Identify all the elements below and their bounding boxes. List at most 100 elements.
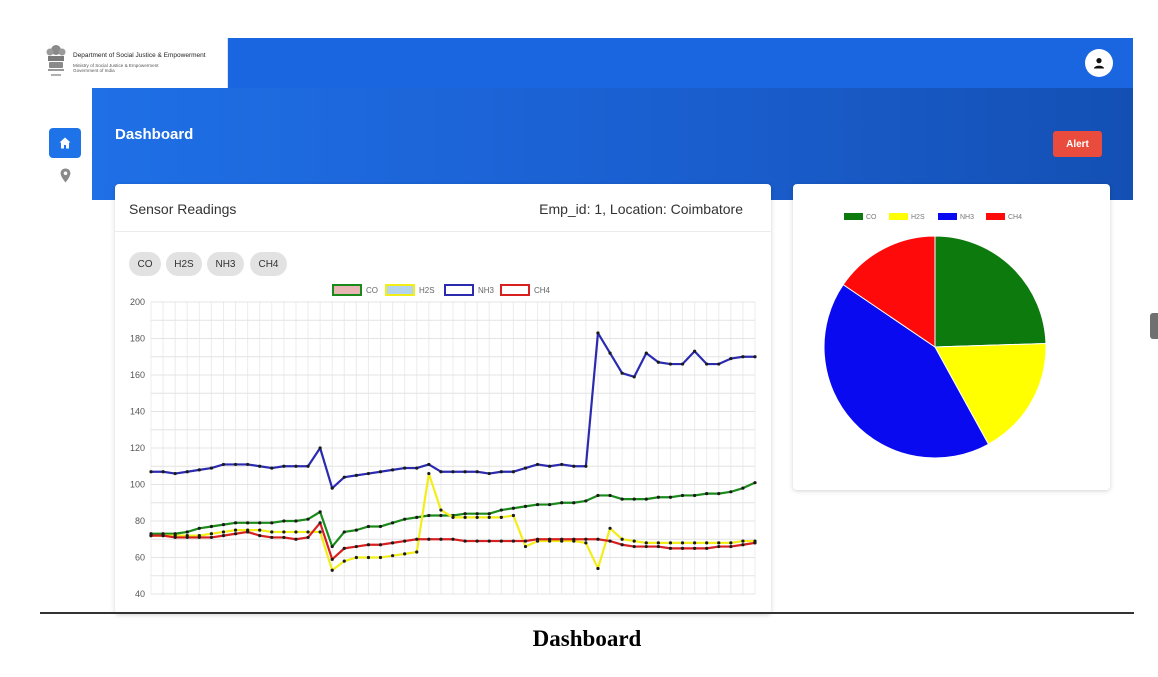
- data-point-ch4: [306, 535, 310, 540]
- filter-chip-h2s[interactable]: H2S: [166, 252, 202, 276]
- pie-legend-label-co: CO: [866, 214, 877, 221]
- data-point-ch4: [246, 530, 250, 534]
- data-point-nh3: [294, 464, 298, 468]
- data-point-co: [608, 493, 612, 498]
- data-point-ch4: [693, 546, 697, 550]
- legend-swatch-ch4: [500, 284, 530, 296]
- data-point-nh3: [656, 360, 660, 364]
- data-point-h2s: [391, 554, 395, 558]
- data-point-ch4: [221, 534, 226, 538]
- data-point-co: [427, 513, 431, 518]
- data-point-h2s: [608, 526, 612, 530]
- department-logo[interactable]: Department of Social Justice & Empowerme…: [40, 38, 228, 88]
- data-point-nh3: [644, 351, 648, 355]
- pie-legend-swatch-nh3: [938, 213, 957, 220]
- data-point-h2s: [258, 528, 262, 532]
- data-point-h2s: [693, 541, 697, 545]
- data-point-ch4: [753, 541, 757, 545]
- legend-swatch-nh3: [444, 284, 474, 296]
- data-point-ch4: [487, 539, 491, 543]
- data-point-ch4: [632, 544, 636, 549]
- data-point-co: [197, 526, 201, 530]
- data-point-nh3: [511, 470, 515, 474]
- data-point-co: [499, 508, 503, 512]
- legend-label-nh3: NH3: [478, 286, 495, 295]
- y-tick-label: 120: [130, 443, 145, 453]
- data-point-nh3: [439, 470, 443, 474]
- data-point-nh3: [306, 464, 310, 468]
- data-point-nh3: [185, 470, 189, 474]
- data-point-co: [535, 502, 540, 507]
- data-point-nh3: [741, 355, 745, 359]
- data-point-co: [354, 528, 358, 532]
- user-profile-button[interactable]: [1085, 49, 1113, 77]
- data-point-h2s: [584, 541, 588, 545]
- data-point-ch4: [209, 535, 213, 540]
- data-point-nh3: [270, 466, 274, 470]
- caption-divider: [40, 612, 1134, 614]
- data-point-co: [378, 524, 383, 529]
- filter-chip-ch4[interactable]: CH4: [250, 252, 287, 276]
- data-point-nh3: [548, 464, 552, 468]
- filter-chip-nh3[interactable]: NH3: [207, 252, 244, 276]
- data-point-h2s: [415, 550, 419, 554]
- data-point-h2s: [330, 568, 334, 572]
- data-point-ch4: [415, 537, 419, 541]
- data-point-nh3: [451, 470, 455, 474]
- data-point-nh3: [246, 462, 250, 467]
- data-point-co: [620, 497, 624, 501]
- data-point-co: [403, 517, 407, 521]
- data-point-nh3: [620, 371, 624, 375]
- data-point-ch4: [620, 543, 624, 547]
- data-point-h2s: [644, 541, 648, 545]
- page-title: Dashboard: [115, 126, 194, 143]
- data-point-co: [475, 512, 479, 516]
- y-tick-label: 160: [130, 370, 145, 380]
- data-point-ch4: [668, 546, 673, 550]
- data-point-co: [415, 515, 419, 519]
- data-point-ch4: [475, 539, 479, 543]
- data-point-co: [680, 493, 685, 498]
- data-point-nh3: [197, 468, 201, 472]
- y-tick-label: 60: [135, 553, 145, 563]
- data-point-nh3: [282, 464, 286, 468]
- data-point-nh3: [173, 471, 177, 476]
- sensor-readings-card: Sensor Readings Emp_id: 1, Location: Coi…: [115, 184, 771, 614]
- data-point-ch4: [161, 534, 165, 538]
- side-scroll-handle[interactable]: [1150, 313, 1158, 339]
- data-point-ch4: [596, 537, 600, 541]
- data-point-h2s: [596, 566, 600, 571]
- data-point-nh3: [753, 355, 757, 359]
- state-emblem-icon: [44, 40, 68, 86]
- sidebar-item-home[interactable]: [49, 128, 81, 158]
- data-point-co: [560, 501, 564, 505]
- data-point-nh3: [233, 462, 238, 467]
- data-point-ch4: [535, 537, 540, 541]
- alert-button[interactable]: Alert: [1053, 131, 1102, 157]
- data-point-co: [282, 519, 286, 523]
- gas-pie-chart: CO H2S NH3 CH4: [823, 213, 1047, 459]
- data-point-nh3: [330, 486, 334, 490]
- legend-label-ch4: CH4: [534, 286, 551, 295]
- pie-legend-label-ch4: CH4: [1008, 214, 1022, 221]
- data-point-h2s: [221, 530, 226, 534]
- data-point-ch4: [149, 534, 153, 538]
- data-point-co: [246, 521, 250, 525]
- data-point-co: [342, 530, 346, 534]
- data-point-ch4: [572, 537, 576, 541]
- data-point-h2s: [741, 539, 745, 543]
- y-tick-label: 180: [130, 334, 145, 344]
- data-point-nh3: [523, 466, 528, 470]
- data-point-ch4: [294, 537, 298, 541]
- data-point-co: [221, 523, 226, 527]
- data-point-co: [656, 495, 660, 499]
- data-point-co: [258, 521, 262, 525]
- data-point-ch4: [258, 534, 262, 538]
- data-point-ch4: [391, 541, 395, 545]
- data-point-h2s: [680, 541, 685, 545]
- data-point-nh3: [366, 471, 371, 476]
- sidebar-item-location[interactable]: [57, 166, 73, 184]
- data-point-co: [741, 486, 745, 490]
- data-point-ch4: [523, 539, 528, 543]
- filter-chip-co[interactable]: CO: [129, 252, 161, 276]
